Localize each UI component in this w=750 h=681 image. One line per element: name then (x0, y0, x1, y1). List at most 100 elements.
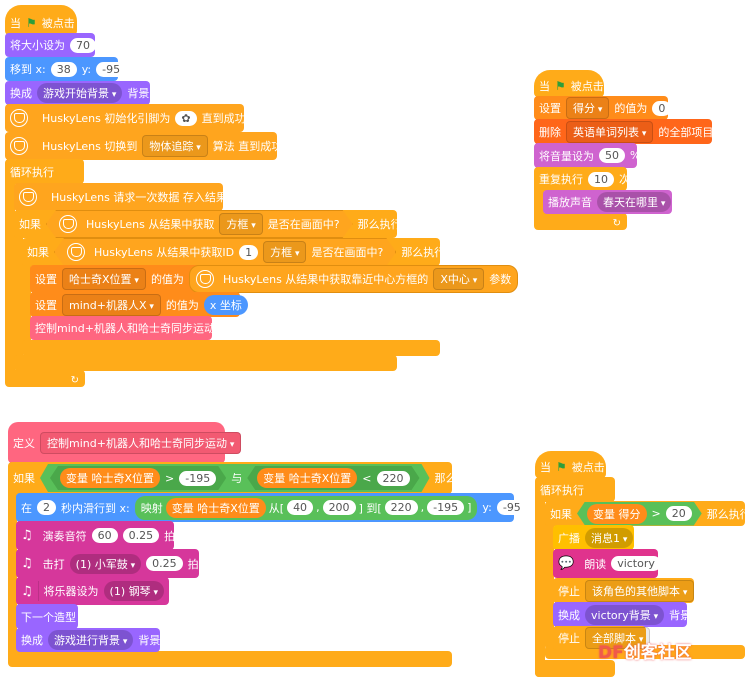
variable-dropdown[interactable]: mind+机器人X (62, 293, 161, 316)
next-costume-block[interactable]: 下一个造型 (16, 604, 78, 629)
husky-request-block[interactable]: HuskyLens 请求一次数据 存入结果 (14, 183, 227, 211)
forever-block[interactable]: 循环执行 (5, 159, 84, 184)
call-sync-block[interactable]: 控制mind+机器人和哈士奇同步运动 (30, 316, 215, 340)
husky-switch-block[interactable]: HuskyLens 切换到物体追踪算法 直到成功 (5, 132, 282, 160)
gt-input[interactable]: -195 (179, 471, 216, 486)
map-reporter[interactable]: 映射 变量 哈士奇X位置 从[40, 200] 到[220, -195] (134, 495, 478, 520)
gt-condition[interactable]: 变量 哈士奇X位置 > -195 (50, 466, 226, 490)
volume-input[interactable]: 50 (599, 148, 625, 163)
percent-label: % (630, 149, 641, 162)
when-flag-clicked-hat[interactable]: 当 ⚑ 被点击 (5, 5, 77, 35)
speak-block[interactable]: 💬 朗读 victory (553, 549, 661, 578)
variable-reporter[interactable]: 变量 哈士奇X位置 (165, 497, 266, 518)
note-input[interactable]: 60 (91, 528, 118, 543)
beats-suffix: 拍 (187, 557, 199, 571)
glide-block[interactable]: 在 2 秒内滑行到 x: 映射 变量 哈士奇X位置 从[40, 200] 到[220, -1… (16, 493, 527, 522)
gt-input[interactable]: 20 (666, 506, 692, 521)
husky-center-reporter[interactable]: HuskyLens 从结果中获取靠近中心方框的 X中心参数 (188, 265, 519, 293)
box-dropdown[interactable]: 方框 (219, 213, 262, 235)
husky-init-block[interactable]: HuskyLens 初始化引脚为 ✿ 直到成功 (5, 104, 246, 132)
define-name: 控制mind+机器人和哈士奇同步运动 (40, 431, 242, 454)
switch-label: 换成 (10, 87, 32, 100)
y-label: y: (482, 501, 492, 514)
goto-xy-block[interactable]: 移到 x: 38 y: -95 (5, 57, 127, 81)
repeat-label: 重复执行 (539, 173, 583, 186)
delete-all-block[interactable]: 删除英语单词列表的全部项目 (534, 119, 713, 144)
if-score-block[interactable]: 如果 变量 得分 >20 那么执行 (545, 501, 750, 526)
to-min-input[interactable]: 220 (384, 500, 418, 515)
backdrop-dropdown[interactable]: 游戏进行背景 (48, 630, 134, 650)
if-box-on-screen-block[interactable]: 如果 HuskyLens 从结果中获取方框是否在画面中? 那么执行 (14, 210, 402, 238)
play-note-block[interactable]: ♫ 演奏音符 60 0.25 拍 (16, 521, 175, 550)
algorithm-dropdown[interactable]: 物体追踪 (142, 135, 208, 157)
backdrop-dropdown[interactable]: victory背景 (585, 604, 665, 625)
message-dropdown[interactable]: 消息1 (585, 527, 634, 548)
from-max-input[interactable]: 200 (322, 500, 356, 515)
variable-dropdown[interactable]: 得分 (566, 97, 610, 119)
param-dropdown[interactable]: X中心 (433, 268, 485, 290)
set-size-block[interactable]: 将大小设为 70 (5, 33, 96, 57)
when-flag-clicked-hat[interactable]: 当 ⚑ 被点击 (534, 70, 604, 97)
husky-id-condition[interactable]: HuskyLens 从结果中获取ID 1 方框是否在画面中? (54, 238, 396, 266)
switch-backdrop-block[interactable]: 换成游戏开始背景背景 (5, 81, 150, 105)
set-instrument-block[interactable]: ♫ 将乐器设为 (1) 钢琴 (16, 577, 169, 605)
backdrop-dropdown[interactable]: 游戏开始背景 (37, 83, 123, 103)
box-dropdown[interactable]: 方框 (263, 241, 306, 263)
set-volume-block[interactable]: 将音量设为 50% (534, 143, 641, 168)
husky-box-condition[interactable]: HuskyLens 从结果中获取方框是否在画面中? (46, 210, 353, 238)
gt-label: > (651, 507, 661, 520)
volume-label: 将音量设为 (539, 149, 594, 163)
stop-other-scripts-block[interactable]: 停止 该角色的其他脚本 (553, 578, 695, 603)
list-dropdown[interactable]: 英语单词列表 (566, 120, 654, 143)
lt-condition[interactable]: 变量 哈士奇X位置 <220 (247, 466, 419, 490)
gt-condition[interactable]: 变量 得分 >20 (577, 502, 702, 526)
repeat-block[interactable]: 重复执行 10 次 (534, 167, 630, 191)
variable-reporter[interactable]: 变量 得分 (587, 504, 647, 524)
y-input[interactable]: -95 (496, 500, 527, 515)
value-input[interactable]: 0 (652, 100, 672, 116)
play-sound-block[interactable]: 播放声音 春天在哪里 (543, 190, 672, 214)
size-input[interactable]: 70 (70, 37, 96, 53)
if-range-block[interactable]: 如果 变量 哈士奇X位置 > -195 与 变量 哈士奇X位置 <220 那么执行 (8, 462, 479, 494)
broadcast-block[interactable]: 广播 消息1 (553, 525, 634, 550)
when-flag-clicked-hat[interactable]: 当 ⚑ 被点击 (535, 451, 606, 478)
variable-dropdown[interactable]: 哈士奇X位置 (62, 268, 146, 290)
to-max-input[interactable]: -195 (427, 500, 465, 515)
y-input[interactable]: -95 (96, 61, 127, 77)
variable-reporter[interactable]: 变量 哈士奇X位置 (60, 468, 160, 488)
y-label: y: (81, 62, 92, 76)
i2c-gear-icon[interactable]: ✿ (175, 110, 197, 126)
define-block[interactable]: 定义 控制mind+机器人和哈士奇同步运动 (8, 422, 242, 463)
play-drum-block[interactable]: ♫ 击打 (1) 小军鼓 0.25 拍 (16, 549, 199, 578)
x-input[interactable]: 38 (50, 61, 77, 77)
set-robot-x-block[interactable]: 设置 mind+机器人X 的值为 x 坐标 (30, 292, 248, 317)
times-label: 次 (619, 173, 630, 186)
cond-label: HuskyLens 从结果中获取 (86, 218, 215, 231)
beats-input[interactable]: 0.25 (122, 528, 160, 543)
husky-switch-label: HuskyLens 切换到 (42, 140, 138, 153)
comma: , (420, 501, 425, 514)
variable-reporter[interactable]: 变量 哈士奇X位置 (257, 468, 357, 488)
repeat-input[interactable]: 10 (588, 171, 614, 187)
secs-input[interactable]: 2 (37, 500, 56, 515)
lt-input[interactable]: 220 (377, 471, 410, 486)
forever-block[interactable]: 循环执行 (535, 477, 615, 502)
stop-dropdown[interactable]: 该角色的其他脚本 (585, 579, 695, 602)
x-position-reporter[interactable]: x 坐标 (203, 294, 248, 315)
repeat-bottom: ↻ (534, 213, 627, 230)
set-label: 设置 (539, 102, 561, 115)
husky-init-suffix: 直到成功 (201, 112, 246, 125)
beats-input[interactable]: 0.25 (146, 556, 183, 571)
id-input[interactable]: 1 (239, 245, 258, 260)
set-score-block[interactable]: 设置得分的值为 0 (534, 96, 672, 120)
set-husky-x-block[interactable]: 设置哈士奇X位置的值为 HuskyLens 从结果中获取靠近中心方框的 X中心参数 (30, 265, 519, 293)
from-min-input[interactable]: 40 (287, 500, 314, 515)
speak-input[interactable]: victory (611, 556, 661, 571)
drum-dropdown[interactable]: (1) 小军鼓 (69, 553, 142, 574)
switch-backdrop-block[interactable]: 换成游戏进行背景背景 (16, 628, 160, 652)
instrument-dropdown[interactable]: (1) 钢琴 (103, 581, 164, 601)
and-condition[interactable]: 变量 哈士奇X位置 > -195 与 变量 哈士奇X位置 <220 (40, 464, 430, 492)
if-id-on-screen-block[interactable]: 如果 HuskyLens 从结果中获取ID 1 方框是否在画面中? 那么执行 (22, 238, 445, 266)
switch-backdrop-block[interactable]: 换成 victory背景背景 (553, 602, 691, 627)
sound-dropdown[interactable]: 春天在哪里 (597, 192, 672, 212)
